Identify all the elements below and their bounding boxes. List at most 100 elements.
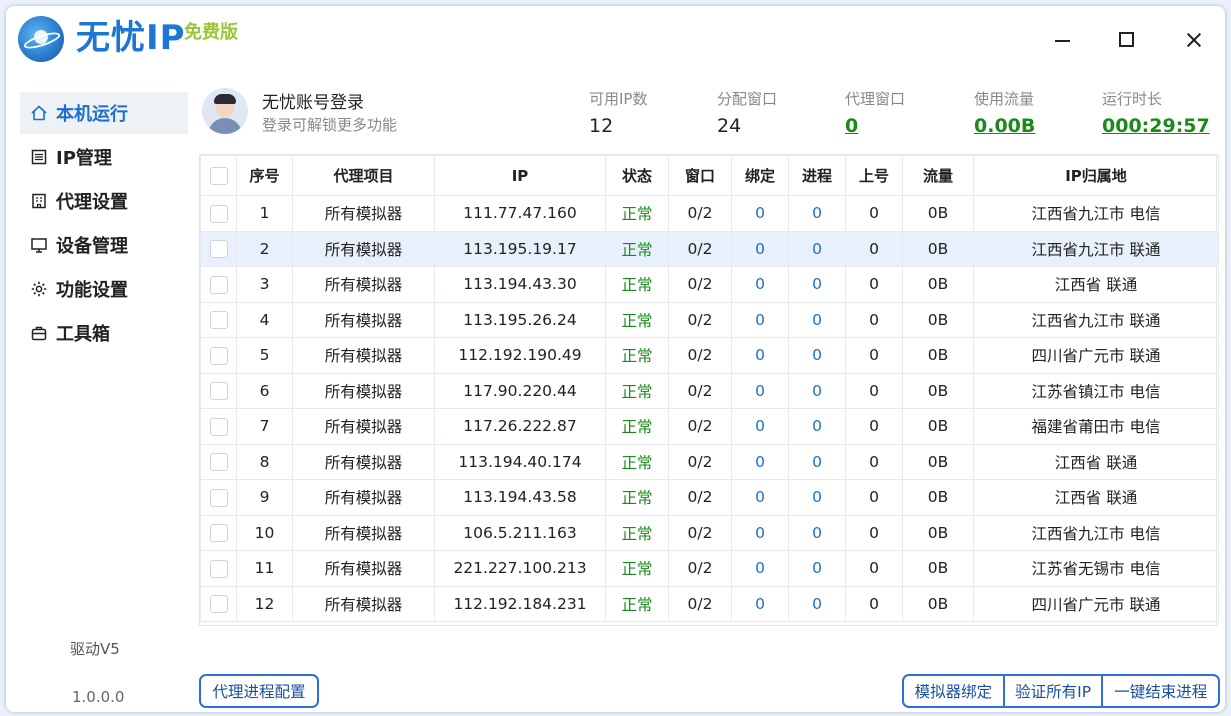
column-header[interactable]: 进程 <box>788 155 846 196</box>
maximize-button[interactable] <box>1113 26 1143 54</box>
row-login: 0 <box>845 195 903 232</box>
row-bind: 0 <box>731 585 789 622</box>
avatar[interactable] <box>202 88 248 134</box>
column-header[interactable]: 序号 <box>236 155 293 196</box>
row-ip: 113.195.19.17 <box>434 230 606 267</box>
sidebar-item-label: IP管理 <box>56 148 112 169</box>
row-checkbox[interactable] <box>200 408 237 445</box>
row-project: 所有模拟器 <box>292 266 435 303</box>
table-row[interactable]: 6 所有模拟器 117.90.220.44 正常 0/2 0 0 0 0B 江苏省镇江市 电信 <box>200 372 1219 409</box>
row-login: 0 <box>845 514 903 551</box>
login-panel[interactable]: 无忧账号登录 登录可解锁更多功能 <box>202 86 502 138</box>
row-project: 所有模拟器 <box>292 195 435 232</box>
table-row[interactable]: 9 所有模拟器 113.194.43.58 正常 0/2 0 0 0 0B 江西省 联通 <box>200 479 1219 516</box>
maximize-icon <box>1119 32 1134 47</box>
row-checkbox[interactable] <box>200 514 237 551</box>
row-traffic: 0B <box>902 266 974 303</box>
row-checkbox[interactable] <box>200 195 237 232</box>
end-all-process-button[interactable]: 一键结束进程 <box>1101 676 1218 706</box>
column-header[interactable]: 流量 <box>902 155 974 196</box>
table-row[interactable]: 8 所有模拟器 113.194.40.174 正常 0/2 0 0 0 0B 江西省 联通 <box>200 443 1219 480</box>
row-bind: 0 <box>731 372 789 409</box>
column-header[interactable]: 代理项目 <box>292 155 435 196</box>
row-ip: 111.77.47.160 <box>434 195 606 232</box>
row-ip: 112.192.190.49 <box>434 337 606 374</box>
row-status: 正常 <box>605 301 669 338</box>
row-checkbox[interactable] <box>200 337 237 374</box>
table-row[interactable]: 3 所有模拟器 113.194.43.30 正常 0/2 0 0 0 0B 江西省 联通 <box>200 266 1219 303</box>
row-checkbox[interactable] <box>200 443 237 480</box>
verify-all-ip-button[interactable]: 验证所有IP <box>1002 676 1102 706</box>
login-title[interactable]: 无忧账号登录 <box>262 88 364 113</box>
row-checkbox[interactable] <box>200 301 237 338</box>
row-checkbox[interactable] <box>200 550 237 587</box>
stat-traffic-used: 使用流量 0.00B <box>974 88 1035 137</box>
row-ip: 221.227.100.213 <box>434 550 606 587</box>
row-location: 江西省 联通 <box>973 266 1219 303</box>
row-location: 江西省九江市 电信 <box>973 514 1219 551</box>
row-location: 四川省广元市 联通 <box>973 585 1219 622</box>
table-row[interactable]: 1 所有模拟器 111.77.47.160 正常 0/2 0 0 0 0B 江西省九江市 电信 <box>200 195 1219 232</box>
close-button[interactable] <box>1179 26 1209 54</box>
sidebar-item-proxy-settings[interactable]: 代理设置 <box>20 180 188 222</box>
row-traffic: 0B <box>902 443 974 480</box>
row-status: 正常 <box>605 372 669 409</box>
proxy-process-config-button[interactable]: 代理进程配置 <box>199 674 319 708</box>
table-row[interactable]: 4 所有模拟器 113.195.26.24 正常 0/2 0 0 0 0B 江西省九江市 联通 <box>200 301 1219 338</box>
row-index: 5 <box>236 337 293 374</box>
stat-value: 24 <box>717 115 742 137</box>
select-all-checkbox[interactable] <box>200 155 237 196</box>
stat-value-link[interactable]: 0 <box>845 115 905 137</box>
row-index: 4 <box>236 301 293 338</box>
row-checkbox[interactable] <box>200 230 237 267</box>
sidebar-item-ip-manage[interactable]: IP管理 <box>20 136 188 178</box>
row-bind: 0 <box>731 301 789 338</box>
row-window: 0/2 <box>668 585 732 622</box>
row-checkbox[interactable] <box>200 372 237 409</box>
sidebar-item-toolbox[interactable]: 工具箱 <box>20 312 188 354</box>
row-project: 所有模拟器 <box>292 230 435 267</box>
row-index: 7 <box>236 408 293 445</box>
table-row[interactable]: 7 所有模拟器 117.26.222.87 正常 0/2 0 0 0 0B 福建省莆田市 电信 <box>200 408 1219 445</box>
row-project: 所有模拟器 <box>292 443 435 480</box>
row-index: 2 <box>236 230 293 267</box>
sidebar-item-local-run[interactable]: 本机运行 <box>20 92 188 134</box>
column-header[interactable]: 绑定 <box>731 155 789 196</box>
row-process: 0 <box>788 443 846 480</box>
row-checkbox[interactable] <box>200 479 237 516</box>
row-bind: 0 <box>731 408 789 445</box>
row-status: 正常 <box>605 266 669 303</box>
table-row[interactable]: 11 所有模拟器 221.227.100.213 正常 0/2 0 0 0 0B 江苏省无锡市 电… <box>200 550 1219 587</box>
row-traffic: 0B <box>902 372 974 409</box>
stat-value-link[interactable]: 000:29:57 <box>1102 115 1210 137</box>
sidebar-item-function-settings[interactable]: 功能设置 <box>20 268 188 310</box>
row-location: 江西省 联通 <box>973 443 1219 480</box>
column-header[interactable]: 窗口 <box>668 155 732 196</box>
sidebar-item-device-manage[interactable]: 设备管理 <box>20 224 188 266</box>
table-row[interactable]: 5 所有模拟器 112.192.190.49 正常 0/2 0 0 0 0B 四川省广元市 联通 <box>200 337 1219 374</box>
column-header[interactable]: IP <box>434 155 606 196</box>
list-icon <box>30 148 48 166</box>
table-row[interactable]: 12 所有模拟器 112.192.184.231 正常 0/2 0 0 0 0B 四川省广元市 联… <box>200 585 1219 622</box>
row-bind: 0 <box>731 514 789 551</box>
row-process: 0 <box>788 301 846 338</box>
column-header[interactable]: 上号 <box>845 155 903 196</box>
row-window: 0/2 <box>668 372 732 409</box>
row-status: 正常 <box>605 479 669 516</box>
table-row[interactable]: 10 所有模拟器 106.5.211.163 正常 0/2 0 0 0 0B 江西省九江市 电信 <box>200 514 1219 551</box>
row-window: 0/2 <box>668 266 732 303</box>
row-login: 0 <box>845 550 903 587</box>
bind-emulator-button[interactable]: 模拟器绑定 <box>904 676 1003 706</box>
row-login: 0 <box>845 443 903 480</box>
column-header[interactable]: 状态 <box>605 155 669 196</box>
minimize-button[interactable] <box>1048 26 1078 54</box>
row-index: 9 <box>236 479 293 516</box>
sidebar: 本机运行 IP管理 代理设置 设备管理 功能设置 工具箱 驱动V5 1.0.0.… <box>6 72 190 712</box>
column-header[interactable]: IP归属地 <box>973 155 1219 196</box>
row-checkbox[interactable] <box>200 266 237 303</box>
row-project: 所有模拟器 <box>292 337 435 374</box>
table-row[interactable]: 2 所有模拟器 113.195.19.17 正常 0/2 0 0 0 0B 江西省九江市 联通 <box>200 230 1219 267</box>
row-checkbox[interactable] <box>200 585 237 622</box>
row-window: 0/2 <box>668 195 732 232</box>
stat-value-link[interactable]: 0.00B <box>974 115 1035 137</box>
